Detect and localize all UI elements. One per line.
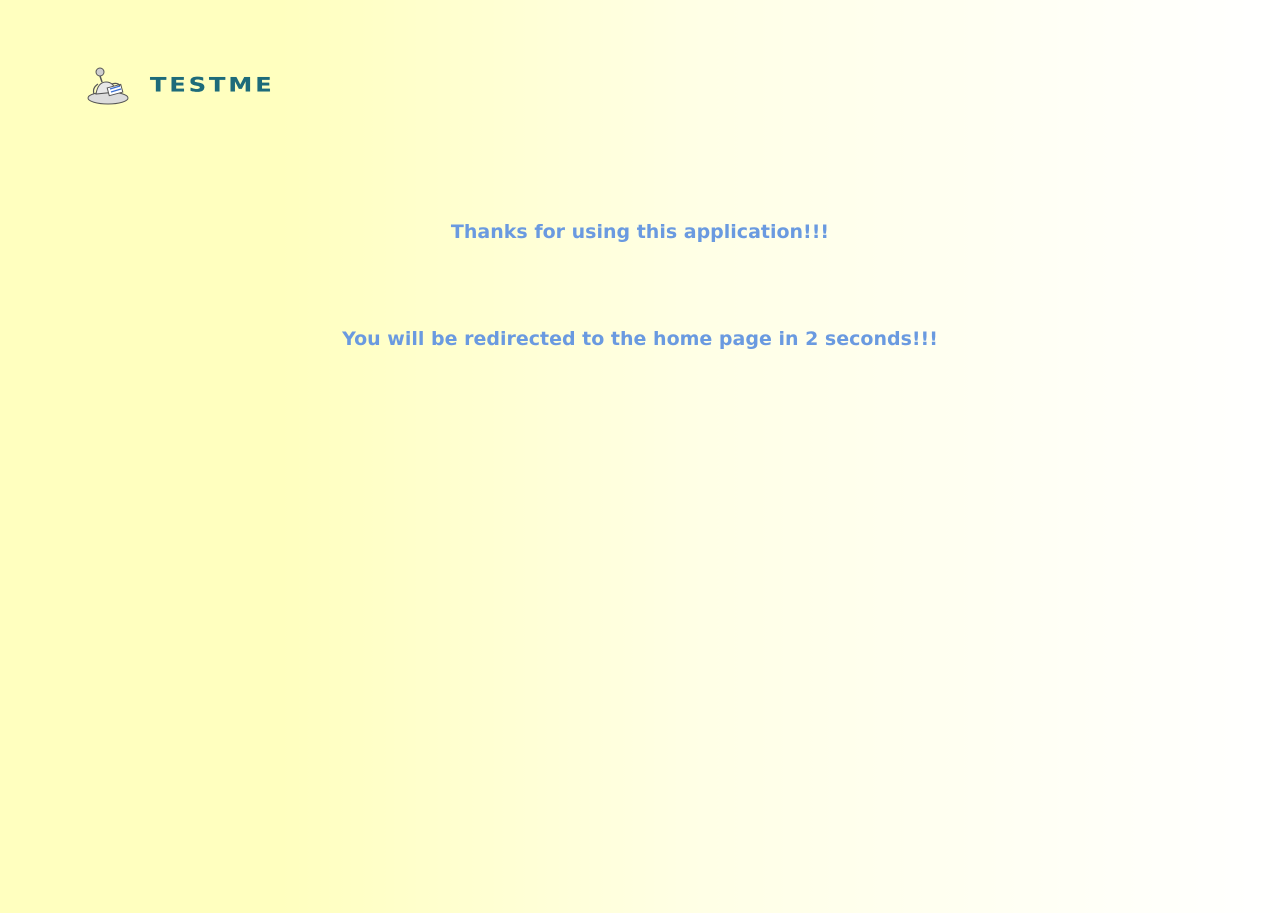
redirect-message: You will be redirected to the home page … [342,328,938,350]
site-logo[interactable]: TESTME [86,64,275,106]
robot-mascot-icon [87,67,129,105]
brand-name: TESTME [150,73,275,97]
thanks-message: Thanks for using this application!!! [450,221,830,243]
